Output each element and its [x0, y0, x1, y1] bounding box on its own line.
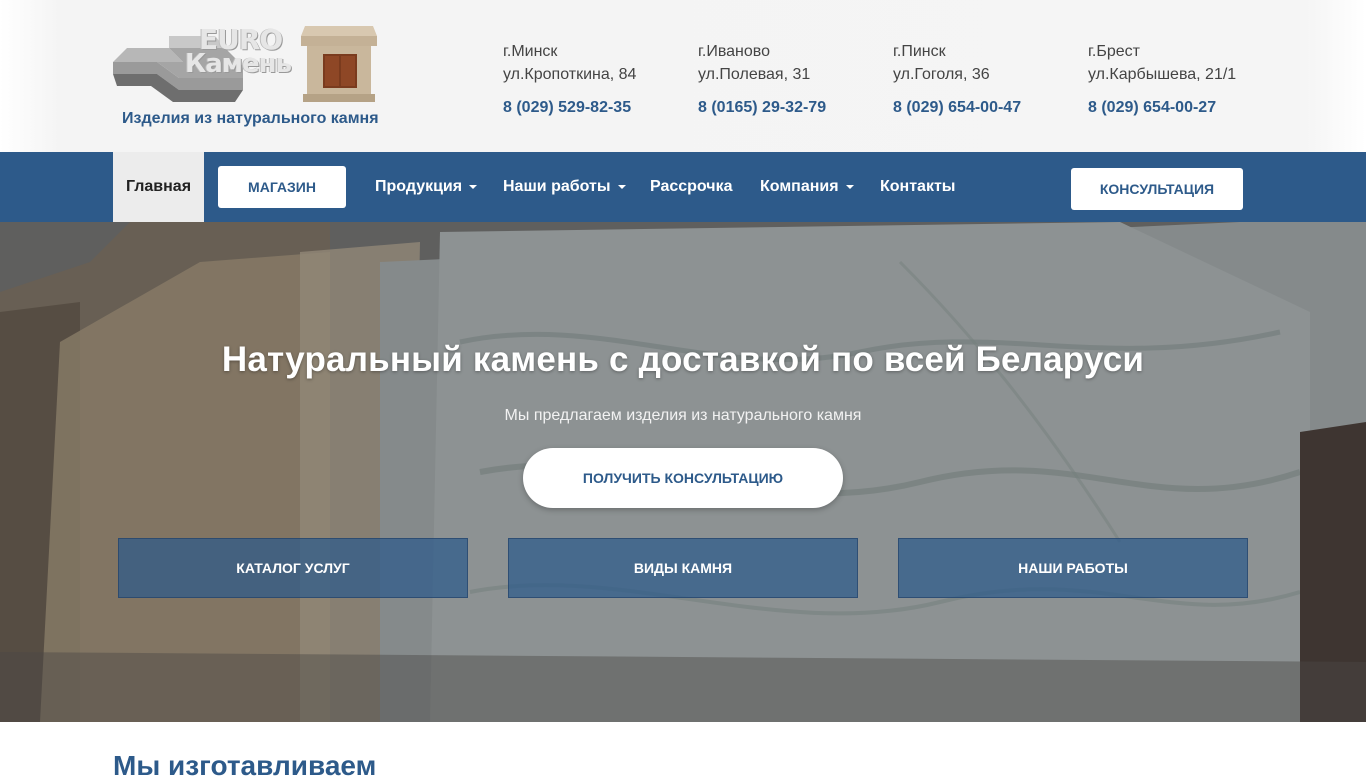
contact-minsk: г.Минск ул.Кропоткина, 84 8 (029) 529-82…: [503, 40, 693, 119]
section-heading: Мы изготавливаем: [113, 750, 377, 781]
contact-phone-link[interactable]: 8 (029) 654-00-47: [893, 96, 1083, 119]
site-tagline: Изделия из натурального камня: [122, 110, 379, 127]
nav-home-link[interactable]: Главная: [113, 152, 204, 222]
contact-brest: г.Брест ул.Карбышева, 21/1 8 (029) 654-0…: [1088, 40, 1278, 119]
nav-contacts-link[interactable]: Контакты: [880, 152, 955, 222]
hero-subtitle: Мы предлагаем изделия из натурального ка…: [504, 407, 862, 424]
contact-phone-link[interactable]: 8 (0165) 29-32-79: [698, 96, 888, 119]
contact-city: г.Брест: [1088, 43, 1140, 60]
nav-shop-button[interactable]: МАГАЗИН: [218, 166, 346, 208]
main-nav: Главная МАГАЗИН Продукция Наши работы Ра…: [0, 152, 1366, 222]
contact-address: ул.Карбышева, 21/1: [1088, 66, 1237, 83]
contact-city: г.Иваново: [698, 43, 770, 60]
services-catalog-tile[interactable]: КАТАЛОГ УСЛУГ: [118, 538, 468, 598]
contact-phone-link[interactable]: 8 (029) 529-82-35: [503, 96, 693, 119]
contact-pinsk: г.Пинск ул.Гоголя, 36 8 (029) 654-00-47: [893, 40, 1083, 119]
site-header: EURO Камень Изделия из натурального камн…: [0, 0, 1366, 152]
site-logo[interactable]: EURO Камень: [113, 18, 377, 102]
nav-consultation-button[interactable]: КОНСУЛЬТАЦИЯ: [1071, 168, 1243, 210]
contact-address: ул.Кропоткина, 84: [503, 66, 637, 83]
hero-banner: Натуральный камень с доставкой по всей Б…: [0, 222, 1366, 722]
contact-city: г.Пинск: [893, 43, 946, 60]
contact-address: ул.Полевая, 31: [698, 66, 811, 83]
nav-products-label: Продукция: [375, 178, 463, 195]
logo-line-2: Камень: [185, 49, 292, 79]
nav-company-dropdown[interactable]: Компания: [760, 152, 854, 222]
logo-wordmark: EURO Камень: [185, 26, 292, 79]
hero-title: Натуральный камень с доставкой по всей Б…: [221, 340, 1145, 379]
stone-types-tile[interactable]: ВИДЫ КАМНЯ: [508, 538, 858, 598]
caret-down-icon: [617, 185, 626, 189]
contact-address: ул.Гоголя, 36: [893, 66, 990, 83]
nav-works-dropdown[interactable]: Наши работы: [503, 152, 626, 222]
contact-ivanovo: г.Иваново ул.Полевая, 31 8 (0165) 29-32-…: [698, 40, 888, 119]
nav-company-label: Компания: [760, 178, 839, 195]
contact-city: г.Минск: [503, 43, 558, 60]
nav-works-label: Наши работы: [503, 178, 611, 195]
caret-down-icon: [469, 185, 478, 189]
nav-installment-link[interactable]: Рассрочка: [650, 152, 733, 222]
caret-down-icon: [845, 185, 854, 189]
get-consultation-button[interactable]: ПОЛУЧИТЬ КОНСУЛЬТАЦИЮ: [523, 448, 843, 508]
nav-products-dropdown[interactable]: Продукция: [375, 152, 478, 222]
contact-phone-link[interactable]: 8 (029) 654-00-27: [1088, 96, 1278, 119]
our-works-tile[interactable]: НАШИ РАБОТЫ: [898, 538, 1248, 598]
stone-cabinet-image: [301, 26, 377, 102]
